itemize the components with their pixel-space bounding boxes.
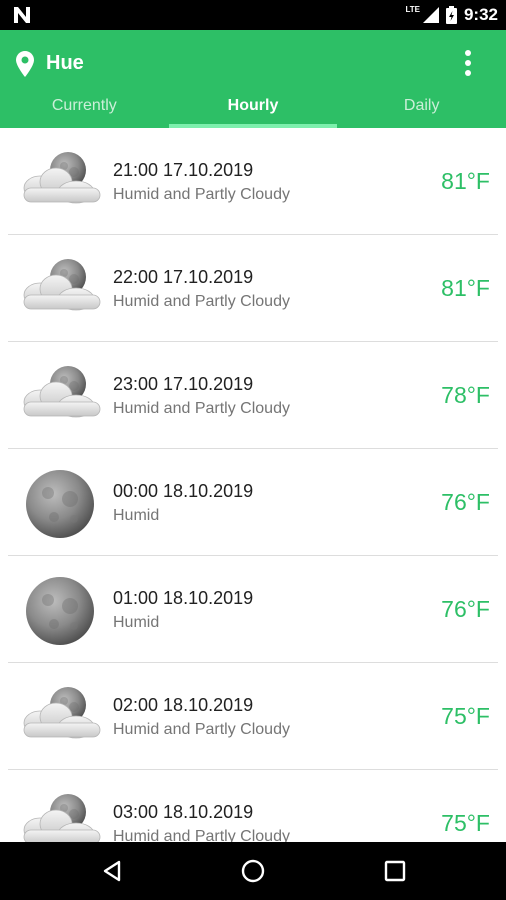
forecast-time: 01:00 18.10.2019 (113, 588, 254, 608)
list-item[interactable]: 02:00 18.10.2019 Humid and Partly Cloudy… (0, 663, 506, 770)
partly-cloudy-night-icon (14, 683, 106, 753)
status-time: 9:32 (463, 5, 498, 24)
app-bar: Hue Currently Hourly Daily (0, 30, 506, 128)
list-item[interactable]: 22:00 17.10.2019 Humid and Partly Cloudy… (0, 235, 506, 342)
forecast-temperature: 76°F (441, 596, 490, 622)
forecast-time: 23:00 17.10.2019 (113, 374, 254, 394)
list-item[interactable]: 23:00 17.10.2019 Humid and Partly Cloudy… (0, 342, 506, 449)
forecast-time: 03:00 18.10.2019 (113, 802, 254, 822)
forecast-summary: Humid and Partly Cloudy (113, 400, 290, 417)
overflow-menu-icon[interactable] (456, 48, 480, 78)
status-bar: LTE 9:32 (0, 0, 506, 30)
forecast-temperature: 75°F (441, 703, 490, 729)
tab-hourly[interactable]: Hourly (168, 92, 338, 128)
forecast-time: 21:00 17.10.2019 (113, 160, 254, 180)
partly-cloudy-night-icon (14, 148, 106, 218)
forecast-temperature: 76°F (441, 489, 490, 515)
recents-icon[interactable] (383, 859, 407, 883)
list-item[interactable]: 21:00 17.10.2019 Humid and Partly Cloudy… (0, 128, 506, 235)
forecast-summary: Humid and Partly Cloudy (113, 721, 290, 738)
system-navigation-bar (0, 842, 506, 900)
network-type-label: LTE (405, 5, 420, 14)
forecast-summary: Humid and Partly Cloudy (113, 828, 290, 842)
location-title[interactable]: Hue (46, 52, 84, 75)
location-pin-icon[interactable] (16, 51, 34, 77)
partly-cloudy-night-icon (14, 362, 106, 432)
forecast-time: 00:00 18.10.2019 (113, 481, 254, 501)
battery-icon (445, 6, 457, 24)
forecast-temperature: 75°F (441, 810, 490, 836)
forecast-temperature: 78°F (441, 382, 490, 408)
tab-daily[interactable]: Daily (337, 92, 506, 128)
partly-cloudy-night-icon (14, 790, 106, 842)
home-icon[interactable] (241, 859, 265, 883)
signal-icon (422, 7, 439, 23)
notification-n-icon (14, 7, 30, 23)
forecast-temperature: 81°F (441, 168, 490, 194)
forecast-summary: Humid (113, 507, 160, 524)
partly-cloudy-night-icon (14, 255, 106, 325)
forecast-summary: Humid (113, 614, 160, 631)
hourly-forecast-list[interactable]: 21:00 17.10.2019 Humid and Partly Cloudy… (0, 128, 506, 842)
tab-currently[interactable]: Currently (0, 92, 169, 128)
list-item[interactable]: 00:00 18.10.2019 Humid 76°F (0, 449, 506, 556)
forecast-summary: Humid and Partly Cloudy (113, 186, 290, 203)
forecast-temperature: 81°F (441, 275, 490, 301)
forecast-time: 02:00 18.10.2019 (113, 695, 254, 715)
forecast-time: 22:00 17.10.2019 (113, 267, 254, 287)
forecast-summary: Humid and Partly Cloudy (113, 293, 290, 310)
clear-night-moon-icon (14, 469, 106, 539)
list-item[interactable]: 03:00 18.10.2019 Humid and Partly Cloudy… (0, 770, 506, 842)
clear-night-moon-icon (14, 576, 106, 646)
tab-bar: Currently Hourly Daily (0, 92, 506, 128)
list-item[interactable]: 01:00 18.10.2019 Humid 76°F (0, 556, 506, 663)
back-icon[interactable] (100, 859, 124, 883)
